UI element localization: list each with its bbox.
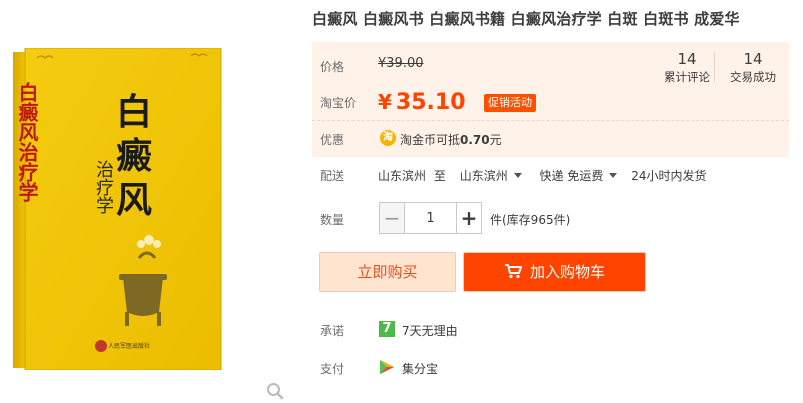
currency-symbol: ¥: [378, 90, 392, 114]
book-cover-subtitle: 治疗学: [93, 160, 114, 214]
stat-divider: [714, 52, 715, 82]
taojinbi-coin-icon: 淘: [380, 130, 396, 146]
sales-count-stat[interactable]: 14 交易成功: [721, 50, 785, 86]
seven-day-return-text[interactable]: 7天无理由: [402, 322, 458, 339]
price-panel: 价格 ¥39.00 淘宝价 ¥35.10 促销活动 14 累计评论 14 交易成…: [312, 42, 789, 120]
jifenbao-text[interactable]: 集分宝: [402, 360, 438, 377]
book-cover-title: 白 癜 风: [112, 90, 156, 222]
ship-to-value: 山东滨州: [459, 169, 508, 183]
quantity-label: 数量: [320, 213, 345, 227]
buy-now-button[interactable]: 立即购买: [319, 252, 456, 292]
shipping-row: 配送 山东滨州 至 山东滨州 快递 免运费 24小时内发货: [312, 167, 789, 185]
shipping-route: 山东滨州 至 山东滨州 快递 免运费 24小时内发货: [378, 167, 706, 184]
book-publisher: 人民军医出版社: [108, 343, 151, 350]
shipping-label: 配送: [320, 169, 345, 183]
cart-icon: [504, 263, 522, 278]
book-title-char-2: 癜: [115, 135, 152, 177]
discount-row: 优惠 淘 淘金币可抵0.70元: [312, 120, 789, 157]
review-count-stat[interactable]: 14 累计评论: [655, 50, 719, 86]
jifenbao-icon: [380, 360, 394, 374]
discount-text: 淘金币可抵0.70元: [400, 131, 502, 148]
ship-to-select[interactable]: 山东滨州: [460, 169, 522, 183]
promo-price-label: 淘宝价: [320, 96, 357, 110]
discount-text-prefix: 淘金币可抵: [400, 133, 461, 147]
ship-to-word: 至: [433, 169, 446, 183]
zoom-icon[interactable]: [266, 382, 284, 400]
add-to-cart-label: 加入购物车: [529, 263, 605, 281]
sales-count-caption: 交易成功: [730, 70, 776, 84]
original-price: ¥39.00: [378, 56, 424, 71]
product-gallery: 白 癜 风 治疗学 白癜风治疗学 人民军医出版社: [0, 0, 300, 403]
add-to-cart-button[interactable]: 加入购物车: [463, 252, 646, 292]
promo-price: ¥35.10: [378, 90, 466, 115]
price-label: 价格: [320, 60, 345, 74]
payment-label: 支付: [320, 362, 345, 376]
stock-info: 件(库存965件): [490, 213, 571, 227]
ship-time: 24小时内发货: [631, 169, 707, 183]
quantity-input[interactable]: [404, 202, 457, 234]
book-title-char-1: 白: [115, 91, 152, 133]
sales-count: 14: [743, 50, 763, 68]
review-count-caption: 累计评论: [664, 70, 710, 84]
review-count: 14: [677, 50, 697, 68]
discount-amount: 0.70: [460, 133, 490, 147]
promo-price-value: 35.10: [395, 90, 466, 115]
ship-method-select[interactable]: 快递 免运费: [540, 169, 618, 183]
ship-method-value: 快递 免运费: [539, 169, 604, 183]
book-title-char-3: 风: [115, 179, 152, 221]
quantity-increase-button[interactable]: +: [456, 202, 482, 234]
ship-from: 山东滨州: [378, 169, 427, 183]
promise-label: 承诺: [320, 324, 345, 338]
seven-day-return-icon: 7: [379, 321, 395, 337]
chevron-down-icon: [513, 173, 522, 178]
chevron-down-icon: [609, 173, 618, 178]
quantity-stepper: − +: [379, 202, 484, 234]
promo-activity-tag[interactable]: 促销活动: [484, 94, 536, 112]
product-title: 白癜风 白癜风书 白癜风书籍 白癜风治疗学 白斑 白斑书 成爱华: [312, 10, 740, 28]
discount-text-suffix: 元: [489, 133, 502, 147]
book-side-title: 白癜风治疗学: [15, 82, 39, 202]
quantity-decrease-button[interactable]: −: [379, 202, 405, 234]
discount-label: 优惠: [320, 133, 345, 147]
